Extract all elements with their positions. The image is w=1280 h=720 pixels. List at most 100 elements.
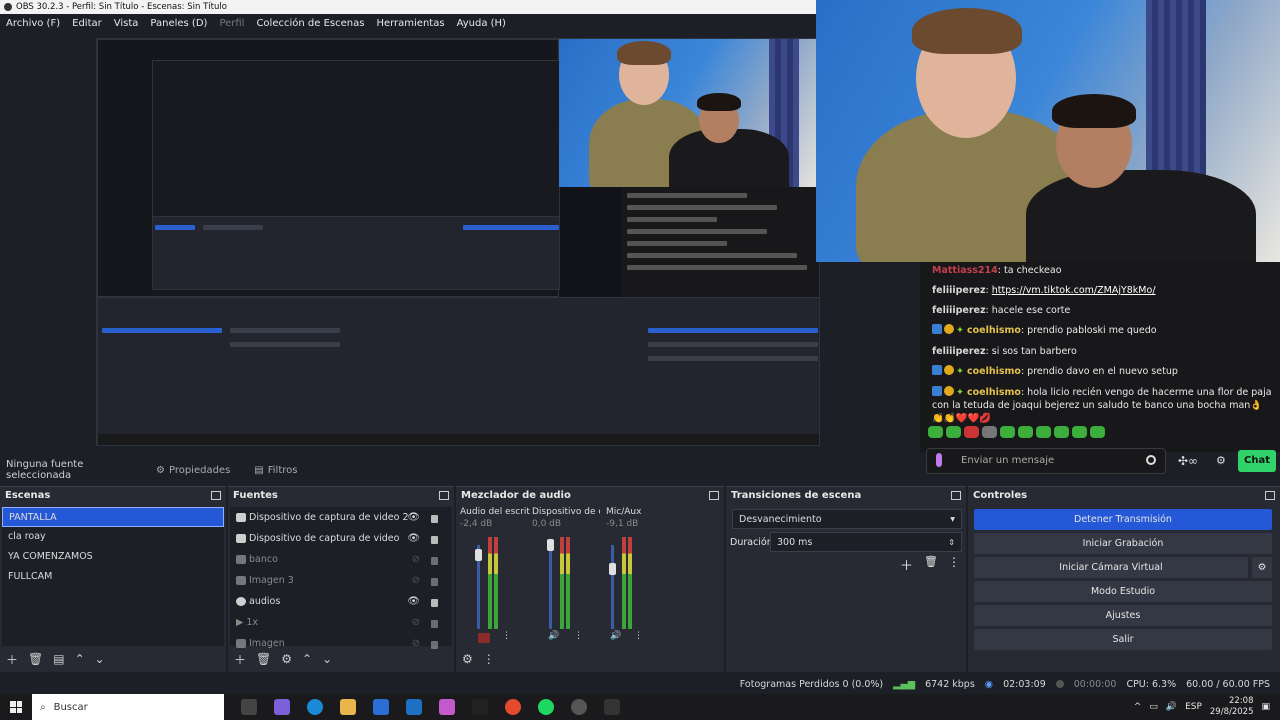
undock-icon[interactable] <box>709 491 719 500</box>
gear-icon[interactable]: ⚙ <box>281 652 292 666</box>
add-icon[interactable]: ＋ <box>900 555 913 574</box>
filters-button[interactable]: ▤ Filtros <box>246 462 305 479</box>
task-view-icon[interactable] <box>241 699 257 715</box>
chat-input[interactable]: Enviar un mensaje <box>926 448 1166 474</box>
chat-username[interactable]: feliiiperez <box>932 346 986 357</box>
chat-settings-icon[interactable]: ⚙ <box>1216 454 1226 467</box>
stop-streaming-button[interactable]: Detener Transmisión <box>974 509 1272 530</box>
filter-icon[interactable]: ▤ <box>53 652 64 666</box>
exit-button[interactable]: Salir <box>974 629 1272 650</box>
chevron-up-icon[interactable]: ^ <box>1134 702 1142 712</box>
menu-archivo[interactable]: Archivo (F) <box>6 18 60 29</box>
emote-icon[interactable] <box>1072 426 1087 438</box>
epic-games-icon[interactable] <box>472 699 488 715</box>
chat-username[interactable]: feliiiperez <box>932 305 986 316</box>
menu-herramientas[interactable]: Herramientas <box>376 18 444 29</box>
move-up-icon[interactable]: ⌃ <box>75 652 85 666</box>
chat-username[interactable]: coelhismo <box>967 387 1021 398</box>
advanced-audio-icon[interactable]: ⚙ <box>462 652 473 666</box>
chat-username[interactable]: coelhismo <box>967 366 1021 377</box>
add-icon[interactable]: ＋ <box>234 651 246 668</box>
menu-vista[interactable]: Vista <box>114 18 139 29</box>
start-recording-button[interactable]: Iniciar Grabación <box>974 533 1272 554</box>
preview-canvas[interactable] <box>96 38 820 446</box>
lock-icon[interactable] <box>431 536 438 544</box>
menu-paneles[interactable]: Paneles (D) <box>150 18 207 29</box>
studio-mode-button[interactable]: Modo Estudio <box>974 581 1272 602</box>
clock[interactable]: 22:08 29/8/2025 <box>1210 696 1254 718</box>
emote-icon[interactable] <box>1036 426 1051 438</box>
source-item[interactable]: Dispositivo de captura de video 2 👁 <box>230 507 452 528</box>
lock-icon[interactable] <box>431 557 438 565</box>
m365-icon[interactable] <box>439 699 455 715</box>
menu-dots-icon[interactable]: ⋮ <box>483 652 495 666</box>
menu-dots-icon[interactable]: ⋮ <box>574 631 583 641</box>
source-item[interactable]: Dispositivo de captura de video 👁 <box>230 528 452 549</box>
chat-link[interactable]: https://vm.tiktok.com/ZMAjY8kMo/ <box>992 285 1156 296</box>
emote-icon[interactable] <box>982 426 997 438</box>
eye-icon[interactable]: 👁 <box>407 591 420 612</box>
emoji-icon[interactable] <box>1146 455 1156 465</box>
spotify-icon[interactable] <box>538 699 554 715</box>
outlook-icon[interactable] <box>406 699 422 715</box>
mute-icon[interactable] <box>478 633 490 643</box>
obs-icon[interactable] <box>571 699 587 715</box>
trash-icon[interactable]: 🗑 <box>28 652 43 666</box>
virtual-camera-settings-icon[interactable]: ⚙ <box>1252 557 1272 578</box>
network-icon[interactable]: ▭ <box>1149 702 1158 712</box>
add-icon[interactable]: ＋ <box>6 651 18 668</box>
lock-icon[interactable] <box>431 599 438 607</box>
capcut-icon[interactable] <box>604 699 620 715</box>
scene-item[interactable]: YA COMENZAMOS <box>2 547 224 567</box>
lock-icon[interactable] <box>431 620 438 628</box>
undock-icon[interactable] <box>951 491 961 500</box>
properties-button[interactable]: ⚙ Propiedades <box>148 462 238 479</box>
lock-icon[interactable] <box>431 578 438 586</box>
eye-hidden-icon[interactable]: ⊘ <box>412 612 420 633</box>
emote-icon[interactable] <box>1000 426 1015 438</box>
start-virtual-camera-button[interactable]: Iniciar Cámara Virtual <box>974 557 1248 578</box>
eye-icon[interactable]: 👁 <box>407 507 420 528</box>
source-item[interactable]: ▶ 1x ⊘ <box>230 612 452 633</box>
scene-item[interactable]: FULLCAM <box>2 567 224 587</box>
speaker-icon[interactable]: 🔊 <box>610 631 621 641</box>
eye-hidden-icon[interactable]: ⊘ <box>412 549 420 570</box>
settings-button[interactable]: Ajustes <box>974 605 1272 626</box>
scene-item[interactable]: cla roay <box>2 527 224 547</box>
chat-username[interactable]: coelhismo <box>967 325 1021 336</box>
notifications-icon[interactable]: ▣ <box>1261 702 1270 712</box>
undock-icon[interactable] <box>439 491 449 500</box>
emote-icon[interactable] <box>928 426 943 438</box>
duration-spinbox[interactable]: 300 ms ⇕ <box>770 532 962 552</box>
emote-icon[interactable] <box>1054 426 1069 438</box>
chat-username[interactable]: feliiiperez <box>932 285 986 296</box>
chat-send-button[interactable]: Chat <box>1238 450 1276 472</box>
spin-arrows-icon[interactable]: ⇕ <box>948 533 955 553</box>
eye-hidden-icon[interactable]: ⊘ <box>412 570 420 591</box>
undock-icon[interactable] <box>1265 491 1275 500</box>
taskbar-search[interactable]: ⌕ Buscar <box>32 694 224 720</box>
menu-perfil[interactable]: Perfil <box>219 18 244 29</box>
windows-start-icon[interactable] <box>10 701 22 713</box>
bits-icon[interactable] <box>936 453 942 467</box>
emote-icon[interactable] <box>964 426 979 438</box>
speaker-icon[interactable]: 🔊 <box>548 631 559 641</box>
emote-icon[interactable] <box>1018 426 1033 438</box>
volume-slider[interactable] <box>611 545 614 629</box>
store-icon[interactable] <box>373 699 389 715</box>
edge-icon[interactable] <box>307 699 323 715</box>
eye-icon[interactable]: 👁 <box>407 528 420 549</box>
file-explorer-icon[interactable] <box>340 699 356 715</box>
transition-select[interactable]: Desvanecimiento ▾ <box>732 509 962 529</box>
volume-icon[interactable]: 🔊 <box>1166 702 1177 712</box>
volume-slider[interactable] <box>549 545 552 629</box>
trash-icon[interactable]: 🗑 <box>924 555 938 568</box>
emote-icon[interactable] <box>946 426 961 438</box>
source-item[interactable]: audios 👁 <box>230 591 452 612</box>
menu-dots-icon[interactable]: ⋮ <box>634 631 643 641</box>
menu-editar[interactable]: Editar <box>72 18 102 29</box>
lock-icon[interactable] <box>431 515 438 523</box>
volume-knob[interactable] <box>609 563 616 575</box>
trash-icon[interactable]: 🗑 <box>256 652 271 666</box>
move-down-icon[interactable]: ⌄ <box>322 652 332 666</box>
